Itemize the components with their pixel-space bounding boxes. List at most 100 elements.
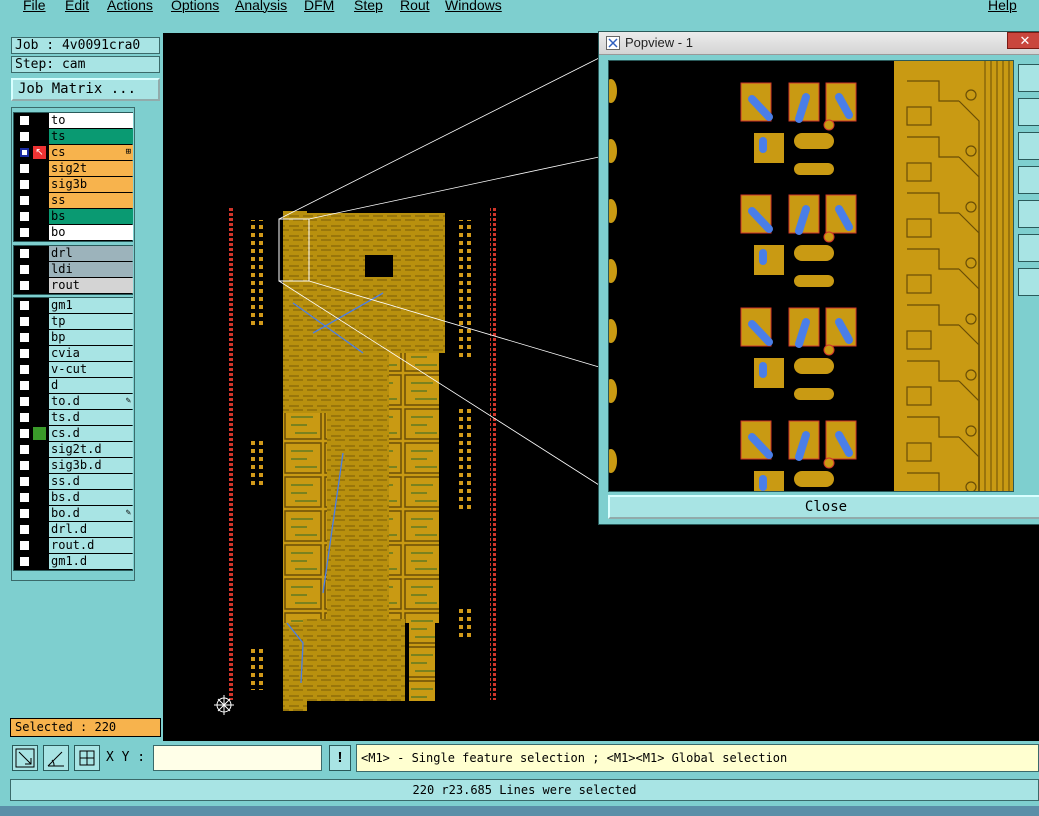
zoom-fit-icon[interactable] <box>12 745 38 771</box>
layer-checkbox[interactable] <box>19 556 30 567</box>
layer-checkbox[interactable] <box>19 131 30 142</box>
layer-row-cs[interactable]: ↖ cs ⊞ <box>14 145 133 160</box>
layer-row-ts[interactable]: ts <box>14 129 133 144</box>
layer-row-ss.d[interactable]: ss.d <box>14 474 133 489</box>
layer-name[interactable]: sig3b.d <box>49 458 133 473</box>
xy-coordinate-input[interactable] <box>153 745 322 771</box>
layer-checkbox[interactable] <box>19 396 30 407</box>
zoom-in-icon[interactable] <box>1018 64 1039 92</box>
layer-row-sig2t.d[interactable]: sig2t.d <box>14 442 133 457</box>
layer-row-d[interactable]: d <box>14 378 133 393</box>
menu-dfm[interactable]: DFM <box>304 0 334 13</box>
layer-name[interactable]: sig2t <box>49 161 133 176</box>
layer-name[interactable]: bp <box>49 330 133 345</box>
menu-actions[interactable]: Actions <box>107 0 153 13</box>
pan-right-icon[interactable] <box>1018 200 1039 228</box>
layer-row-to[interactable]: to <box>14 113 133 128</box>
layer-row-tp[interactable]: tp <box>14 314 133 329</box>
warning-icon[interactable]: ! <box>329 745 351 771</box>
measure-icon[interactable] <box>43 745 69 771</box>
layer-name[interactable]: sig3b <box>49 177 133 192</box>
layer-checkbox[interactable] <box>19 412 30 423</box>
layer-row-cs.d[interactable]: cs.d <box>14 426 133 441</box>
layer-row-rout.d[interactable]: rout.d <box>14 538 133 553</box>
layer-checkbox[interactable] <box>19 147 30 158</box>
menu-edit[interactable]: Edit <box>65 0 89 13</box>
grid-snap-icon[interactable] <box>74 745 100 771</box>
window-close-button[interactable]: ✕ <box>1007 32 1039 49</box>
layer-checkbox[interactable] <box>19 300 30 311</box>
layer-name[interactable]: drl <box>49 246 133 261</box>
layer-name[interactable]: ss <box>49 193 133 208</box>
layer-name[interactable]: rout.d <box>49 538 133 553</box>
layer-name[interactable]: sig2t.d <box>49 442 133 457</box>
layer-name[interactable]: v-cut <box>49 362 133 377</box>
layer-checkbox[interactable] <box>19 364 30 375</box>
layer-row-sig3b.d[interactable]: sig3b.d <box>14 458 133 473</box>
layer-name[interactable]: bs.d <box>49 490 133 505</box>
layer-row-bo[interactable]: bo <box>14 225 133 240</box>
pan-left-icon[interactable] <box>1018 166 1039 194</box>
layer-checkbox[interactable] <box>19 195 30 206</box>
layer-name[interactable]: ldi <box>49 262 133 277</box>
layer-checkbox[interactable] <box>19 476 30 487</box>
layer-name[interactable]: bo.d ✎ <box>49 506 133 521</box>
layer-name[interactable]: cs ⊞ <box>49 145 133 160</box>
layer-checkbox[interactable] <box>19 280 30 291</box>
layer-name[interactable]: tp <box>49 314 133 329</box>
popview-titlebar[interactable]: Popview - 1 ✕ <box>599 32 1039 55</box>
layer-checkbox[interactable] <box>19 492 30 503</box>
layer-name[interactable]: ts.d <box>49 410 133 425</box>
layer-row-ss[interactable]: ss <box>14 193 133 208</box>
layer-checkbox[interactable] <box>19 444 30 455</box>
layer-name[interactable]: d <box>49 378 133 393</box>
layer-name[interactable]: cvia <box>49 346 133 361</box>
layer-checkbox[interactable] <box>19 524 30 535</box>
zoom-fit-icon[interactable] <box>1018 234 1039 262</box>
layer-checkbox[interactable] <box>19 380 30 391</box>
layer-name[interactable]: ts <box>49 129 133 144</box>
layer-name[interactable]: cs.d <box>49 426 133 441</box>
popview-zoomed-canvas[interactable] <box>608 60 1014 492</box>
layer-checkbox[interactable] <box>19 508 30 519</box>
popview-close-button[interactable]: Close <box>608 495 1039 519</box>
layer-checkbox[interactable] <box>19 348 30 359</box>
layer-row-ts.d[interactable]: ts.d <box>14 410 133 425</box>
layer-checkbox[interactable] <box>19 428 30 439</box>
layer-checkbox[interactable] <box>19 248 30 259</box>
layer-row-bp[interactable]: bp <box>14 330 133 345</box>
layer-row-gm1.d[interactable]: gm1.d <box>14 554 133 569</box>
layer-row-rout[interactable]: rout <box>14 278 133 293</box>
layer-name[interactable]: gm1 <box>49 298 133 313</box>
zoom-out-icon[interactable] <box>1018 98 1039 126</box>
zoom-home-icon[interactable] <box>1018 268 1039 296</box>
layer-row-bs[interactable]: bs <box>14 209 133 224</box>
layer-name[interactable]: bo <box>49 225 133 240</box>
layer-checkbox[interactable] <box>19 179 30 190</box>
layer-name[interactable]: to.d ✎ <box>49 394 133 409</box>
layer-checkbox[interactable] <box>19 115 30 126</box>
layer-name[interactable]: to <box>49 113 133 128</box>
menu-file[interactable]: File <box>23 0 46 13</box>
layer-row-bo.d[interactable]: bo.d ✎ <box>14 506 133 521</box>
menu-windows[interactable]: Windows <box>445 0 502 13</box>
layer-row-sig3b[interactable]: sig3b <box>14 177 133 192</box>
layer-checkbox[interactable] <box>19 264 30 275</box>
layer-checkbox[interactable] <box>19 163 30 174</box>
layer-row-to.d[interactable]: to.d ✎ <box>14 394 133 409</box>
menu-step[interactable]: Step <box>354 0 383 13</box>
layer-name[interactable]: bs <box>49 209 133 224</box>
layer-row-ldi[interactable]: ldi <box>14 262 133 277</box>
layer-name[interactable]: rout <box>49 278 133 293</box>
job-matrix-button[interactable]: Job Matrix ... <box>11 78 160 101</box>
pan-down-icon[interactable] <box>1018 132 1039 160</box>
layer-row-gm1[interactable]: gm1 <box>14 298 133 313</box>
layer-checkbox[interactable] <box>19 227 30 238</box>
layer-row-sig2t[interactable]: sig2t <box>14 161 133 176</box>
menu-analysis[interactable]: Analysis <box>235 0 287 13</box>
layer-checkbox[interactable] <box>19 332 30 343</box>
layer-row-drl[interactable]: drl <box>14 246 133 261</box>
menu-help[interactable]: Help <box>988 0 1017 13</box>
layer-checkbox[interactable] <box>19 211 30 222</box>
layer-checkbox[interactable] <box>19 460 30 471</box>
